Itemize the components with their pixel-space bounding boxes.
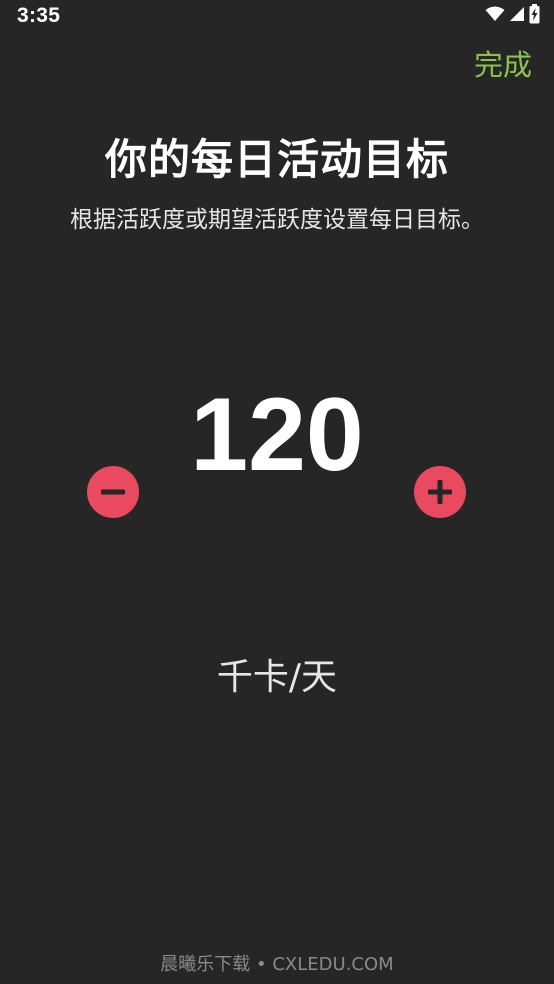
battery-charging-icon [529,4,540,28]
daily-goal-screen: 3:35 完成 你的每日活动目标 根据活跃度或期望活跃度设置每日目标。 120 … [0,0,554,984]
page-title: 你的每日活动目标 [104,135,449,184]
status-icons [485,4,540,28]
increase-goal-button[interactable] [414,466,466,518]
decrease-goal-button[interactable] [87,466,139,518]
watermark: 晨曦乐下载 • CXLEDU.COM [160,954,394,975]
page-subtitle: 根据活跃度或期望活跃度设置每日目标。 [70,207,484,233]
status-bar: 3:35 [0,0,554,34]
done-button[interactable]: 完成 [474,42,532,84]
goal-unit-label: 千卡/天 [216,657,338,698]
wifi-icon [485,6,505,26]
cellular-signal-icon [509,6,525,26]
goal-value: 120 [190,377,364,493]
status-time: 3:35 [17,4,61,27]
